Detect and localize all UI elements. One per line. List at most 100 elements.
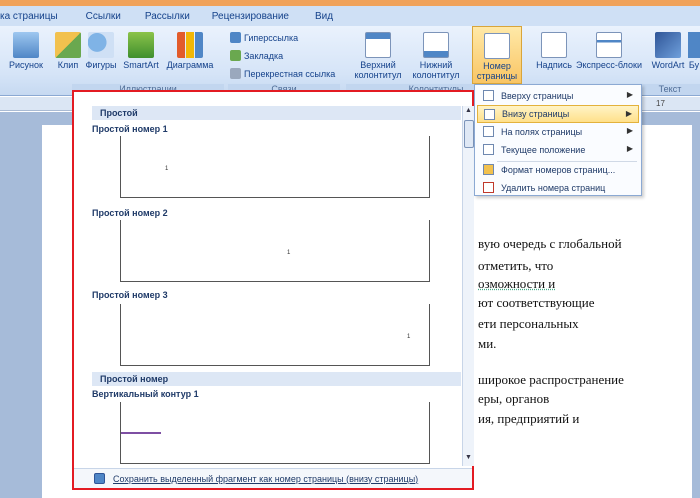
page-number-label-1: Номер [483,61,511,71]
clipart-icon [55,32,81,58]
header-label-2: колонтитул [354,70,402,80]
footer-label-2: колонтитул [412,70,460,80]
gallery-scrollbar[interactable]: ▲ ▼ [462,106,474,466]
doc-line: озможности и [478,276,556,291]
menu-item-label: Формат номеров страниц... [501,165,616,175]
header-label-1: Верхний [360,60,396,70]
doc-line: вую очередь с глобальной [478,236,622,251]
chevron-right-icon: ▶ [626,144,633,153]
tab-view[interactable]: Вид [315,11,347,22]
top-of-page-icon [483,90,494,101]
menu-item-bottom-of-page[interactable]: Внизу страницы ▶ [477,105,639,123]
clipart-label: Клип [57,60,79,70]
thumb-title: Вертикальный контур 1 [92,389,199,399]
text-group-label: Текст [640,84,700,95]
chevron-right-icon: ▶ [625,109,632,118]
doc-line: ети персональных [478,316,579,331]
vertical-outline-mark [121,432,161,434]
header-button[interactable]: Верхний колонтитул [350,32,406,80]
gallery-section-header: Простой номер [92,372,461,386]
menu-item-format-numbers[interactable]: Формат номеров страниц... [477,161,639,179]
menu-item-label: Вверху страницы [501,91,574,101]
bottom-of-page-icon [484,109,495,120]
textbox-button[interactable]: Надпись [534,32,574,70]
thumb-title: Простой номер 3 [92,290,168,300]
textbox-label: Надпись [536,60,572,70]
quick-parts-button[interactable]: Экспресс-блоки [574,32,644,70]
dropcap-button[interactable]: Бу [688,32,700,70]
bookmark-button[interactable]: Закладка [230,50,283,61]
plain-number-1-thumb[interactable]: 1 [120,136,430,198]
thumb-page-number: 1 [407,334,411,340]
footer-label-1: Нижний [419,60,453,70]
scroll-up-icon[interactable]: ▲ [465,107,472,114]
doc-line: широкое распространение [478,372,624,387]
footer-button[interactable]: Нижний колонтитул [408,32,464,80]
chevron-right-icon: ▶ [626,126,633,135]
cross-reference-icon [230,68,241,79]
smartart-button[interactable]: SmartArt [122,32,160,70]
save-selection-row[interactable]: Сохранить выделенный фрагмент как номер … [74,468,472,488]
shapes-button[interactable]: Фигуры [84,32,118,70]
page-number-gallery: Простой Простой номер 1 1 Простой номер … [72,90,474,490]
thumb-page-number: 1 [287,250,291,256]
chart-button[interactable]: Диаграмма [164,32,216,70]
tab-references[interactable]: Ссылки [86,11,135,22]
vertical-outline-1-thumb[interactable] [120,402,430,464]
footer-icon [423,32,449,58]
menu-item-remove-numbers[interactable]: Удалить номера страниц [477,179,639,197]
tab-review[interactable]: Рецензирование [212,11,303,22]
scroll-thumb[interactable] [464,120,474,148]
quick-parts-icon [596,32,622,58]
chart-label: Диаграмма [166,60,214,70]
quick-parts-label: Экспресс-блоки [576,60,642,70]
page-number-button[interactable]: Номер страницы [472,26,522,84]
doc-line: ми. [478,336,497,351]
format-numbers-icon [483,164,494,175]
menu-item-page-margins[interactable]: На полях страницы ▶ [477,123,639,141]
smartart-label: SmartArt [123,60,159,70]
wordart-icon [655,32,681,58]
ribbon-tabs: ка страницы Ссылки Рассылки Рецензирован… [0,6,700,26]
plain-number-2-thumb[interactable]: 1 [120,220,430,282]
scroll-down-icon[interactable]: ▼ [465,454,472,461]
plain-number-3-thumb[interactable]: 1 [120,304,430,366]
thumb-title: Простой номер 2 [92,208,168,218]
menu-item-label: На полях страницы [501,127,583,137]
hyperlink-label: Гиперссылка [244,32,299,43]
smartart-icon [128,32,154,58]
remove-numbers-icon [483,182,494,193]
page-number-icon [484,33,510,59]
page-number-label-2: страницы [476,71,518,81]
tab-mailings[interactable]: Рассылки [145,11,204,22]
tab-page-layout[interactable]: ка страницы [0,11,72,22]
doc-line: ют соответствующие [478,295,595,310]
save-selection-label: Сохранить выделенный фрагмент как номер … [113,473,419,484]
doc-line: ия, предприятий и [478,411,580,426]
menu-item-label: Внизу страницы [502,109,570,119]
menu-item-top-of-page[interactable]: Вверху страницы ▶ [477,87,639,105]
chart-icon [177,32,203,58]
bookmark-label: Закладка [244,50,284,61]
doc-line: еры, органов [478,391,550,406]
picture-button[interactable]: Рисунок [9,32,43,70]
clipart-button[interactable]: Клип [55,32,81,70]
cross-reference-label: Перекрестная ссылка [244,68,336,79]
current-position-icon [483,144,494,155]
menu-item-label: Текущее положение [501,145,586,155]
page-number-menu: Вверху страницы ▶ Внизу страницы ▶ На по… [474,84,642,196]
bookmark-icon [230,50,241,61]
wordart-button[interactable]: WordArt [646,32,690,70]
menu-item-current-position[interactable]: Текущее положение ▶ [477,141,639,159]
hyperlink-icon [230,32,241,43]
doc-line: отметить, что [478,258,554,273]
gallery-section-header: Простой [92,106,461,120]
cross-reference-button[interactable]: Перекрестная ссылка [230,68,335,79]
page-margins-icon [483,126,494,137]
menu-item-label: Удалить номера страниц [501,183,606,193]
shapes-label: Фигуры [85,60,117,70]
wordart-label: WordArt [651,60,685,70]
thumb-title: Простой номер 1 [92,124,168,134]
hyperlink-button[interactable]: Гиперссылка [230,32,298,43]
header-icon [365,32,391,58]
